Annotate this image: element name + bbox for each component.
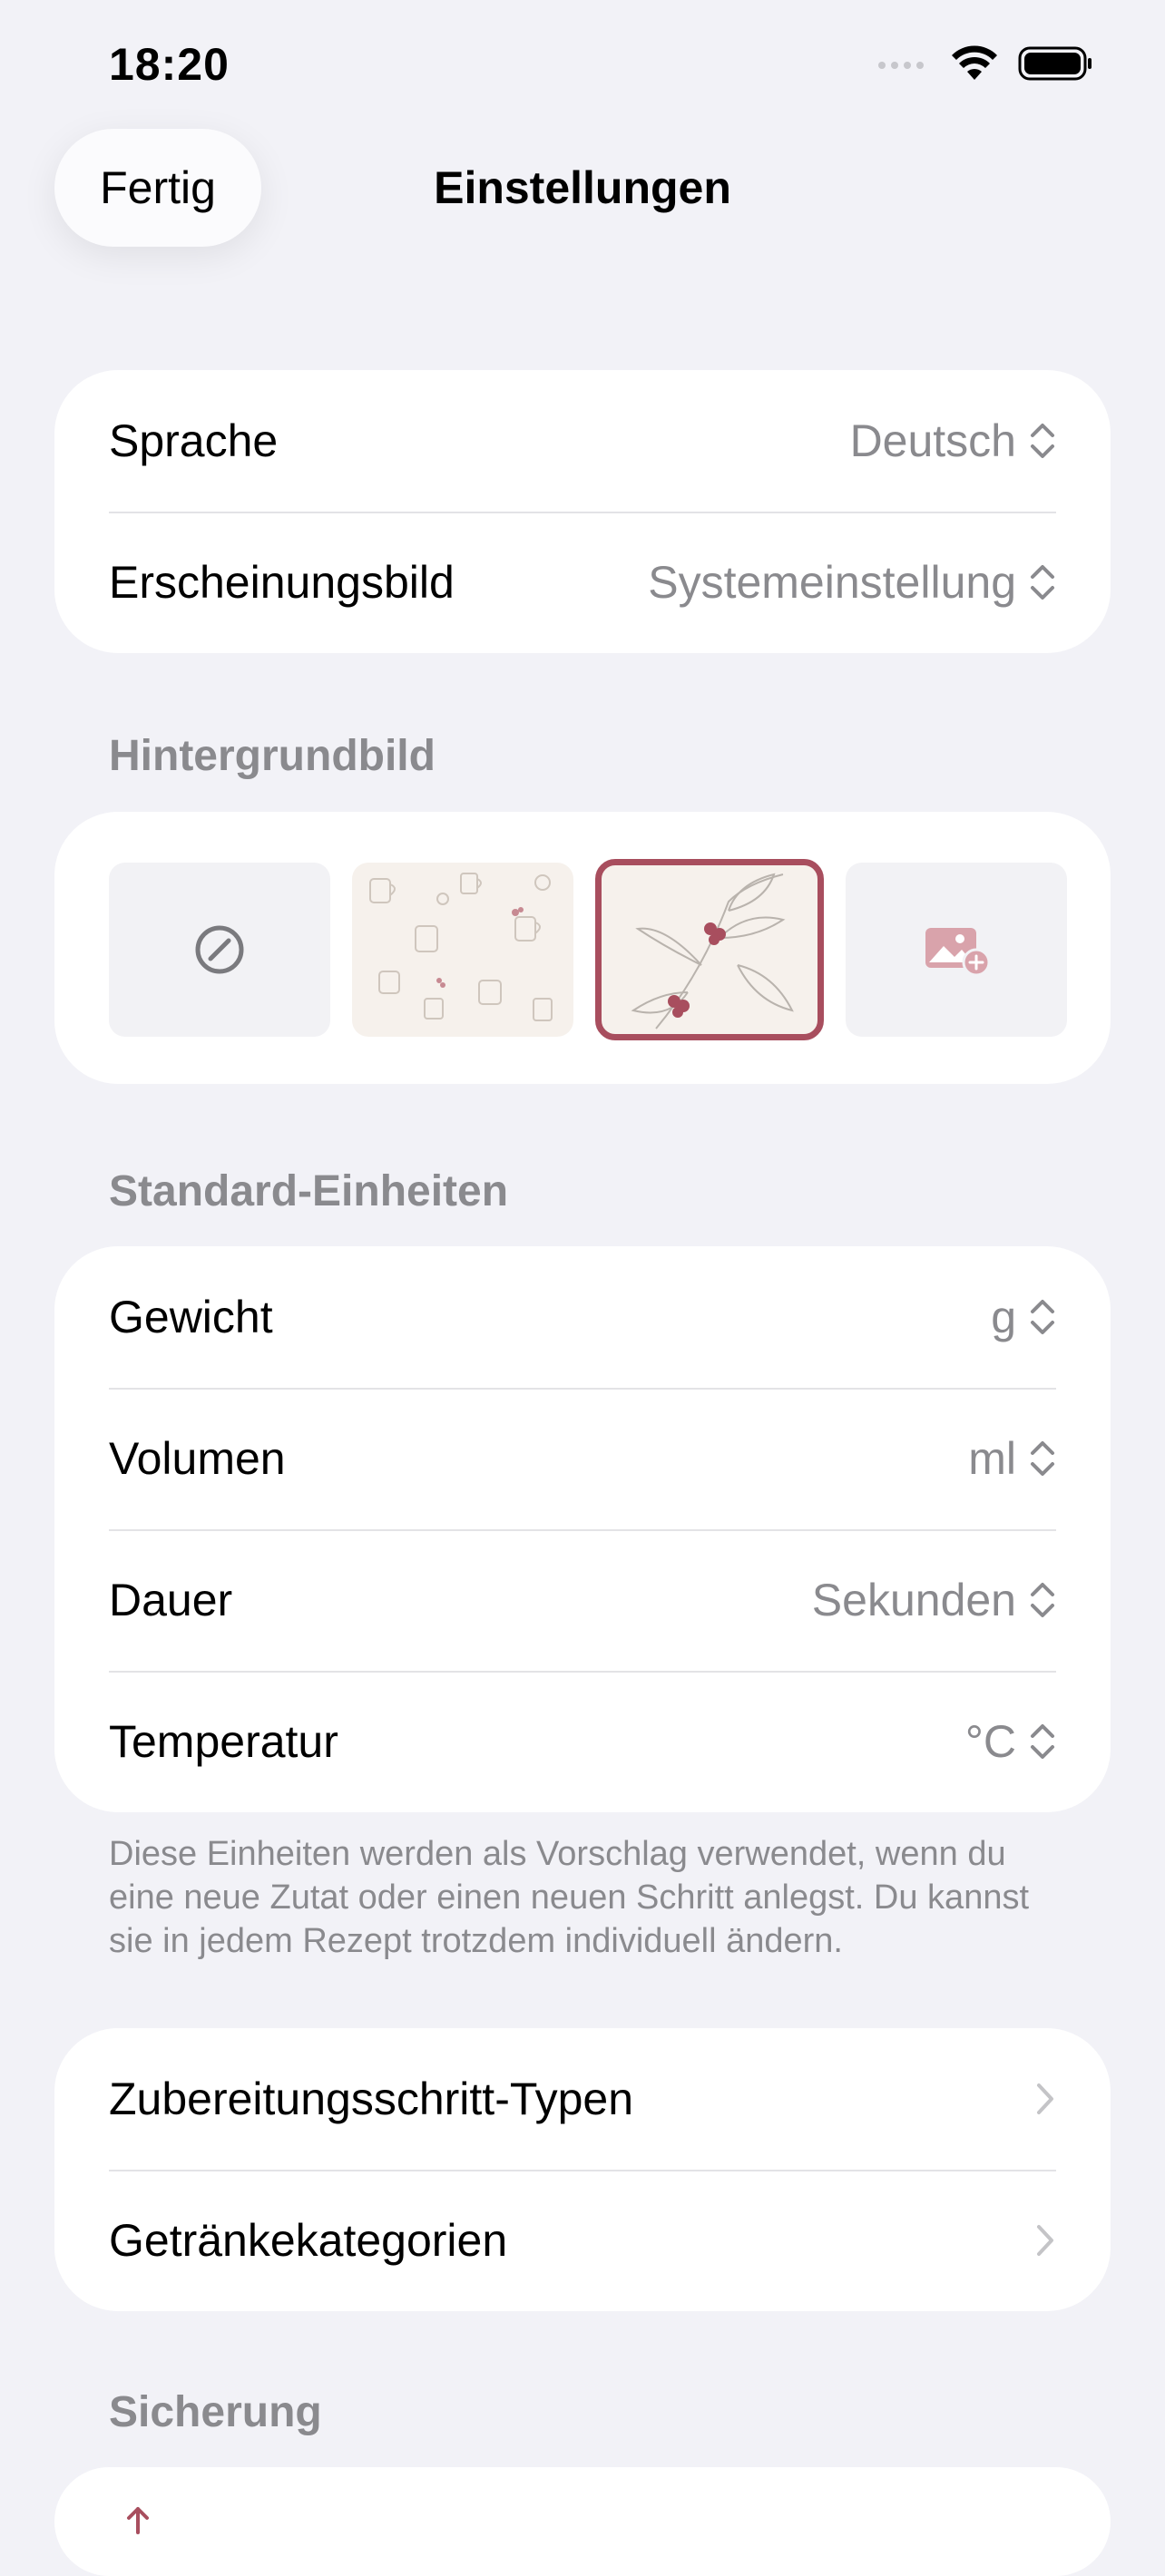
duration-row[interactable]: Dauer Sekunden: [54, 1529, 1111, 1671]
status-icons: [876, 45, 1092, 82]
chevron-up-down-icon: [1031, 565, 1054, 600]
duration-label: Dauer: [109, 1575, 233, 1625]
step-types-label: Zubereitungsschritt-Typen: [109, 2073, 634, 2124]
appearance-label: Erscheinungsbild: [109, 557, 455, 608]
chevron-up-down-icon: [1031, 424, 1054, 458]
wallpaper-branch-option-selected[interactable]: [595, 859, 824, 1040]
wallpaper-none-option[interactable]: [109, 863, 330, 1037]
chevron-up-down-icon: [1031, 1300, 1054, 1334]
cellular-icon: [878, 62, 924, 69]
chevron-right-icon: [1037, 2225, 1053, 2256]
units-card: Gewicht g Volumen ml Dauer Sekunden Temp…: [54, 1246, 1111, 1812]
manage-card: Zubereitungsschritt-Typen Getränkekatego…: [54, 2028, 1111, 2311]
backup-header: Sicherung: [109, 2388, 322, 2436]
weight-row[interactable]: Gewicht g: [54, 1246, 1111, 1388]
add-photo-icon: [925, 928, 991, 977]
share-icon: [127, 2507, 149, 2534]
wallpaper-card: [54, 812, 1111, 1084]
language-label: Sprache: [109, 415, 279, 466]
navigation-bar: Fertig Einstellungen: [0, 127, 1165, 254]
chevron-up-down-icon: [1031, 1724, 1054, 1759]
appearance-value: Systemeinstellung: [648, 557, 1016, 608]
status-time: 18:20: [109, 39, 230, 90]
backup-card: [54, 2467, 1111, 2576]
drink-categories-label: Getränkekategorien: [109, 2215, 508, 2266]
none-icon: [195, 925, 244, 974]
language-value: Deutsch: [849, 415, 1016, 466]
duration-value: Sekunden: [811, 1575, 1016, 1625]
units-footnote: Diese Einheiten werden als Vorschlag ver…: [109, 1835, 1030, 1960]
appearance-row[interactable]: Erscheinungsbild Systemeinstellung: [54, 512, 1111, 653]
wifi-icon: [952, 45, 997, 80]
battery-icon: [1018, 46, 1092, 81]
coffee-pattern-thumbnail: [369, 873, 553, 1021]
weight-value: g: [991, 1292, 1016, 1342]
chevron-right-icon: [1037, 2083, 1053, 2114]
temperature-value: °C: [964, 1716, 1016, 1767]
volume-value: ml: [968, 1433, 1016, 1484]
temperature-row[interactable]: Temperatur °C: [54, 1671, 1111, 1812]
volume-label: Volumen: [109, 1433, 286, 1484]
chevron-up-down-icon: [1031, 1441, 1054, 1476]
status-bar: 18:20: [0, 0, 1165, 127]
general-settings-card: Sprache Deutsch Erscheinungsbild Systeme…: [54, 370, 1111, 653]
chevron-up-down-icon: [1031, 1583, 1054, 1617]
page-title: Einstellungen: [434, 162, 731, 213]
wallpaper-add-option[interactable]: [846, 863, 1067, 1037]
language-row[interactable]: Sprache Deutsch: [54, 370, 1111, 512]
wallpaper-pattern-option[interactable]: [352, 863, 573, 1037]
step-types-row[interactable]: Zubereitungsschritt-Typen: [54, 2028, 1111, 2170]
wallpaper-header: Hintergrundbild: [109, 732, 436, 780]
volume-row[interactable]: Volumen ml: [54, 1388, 1111, 1529]
drink-categories-row[interactable]: Getränkekategorien: [54, 2170, 1111, 2311]
units-header: Standard-Einheiten: [109, 1167, 509, 1215]
weight-label: Gewicht: [109, 1292, 273, 1342]
coffee-branch-thumbnail: [631, 873, 794, 1029]
temperature-label: Temperatur: [109, 1716, 338, 1767]
